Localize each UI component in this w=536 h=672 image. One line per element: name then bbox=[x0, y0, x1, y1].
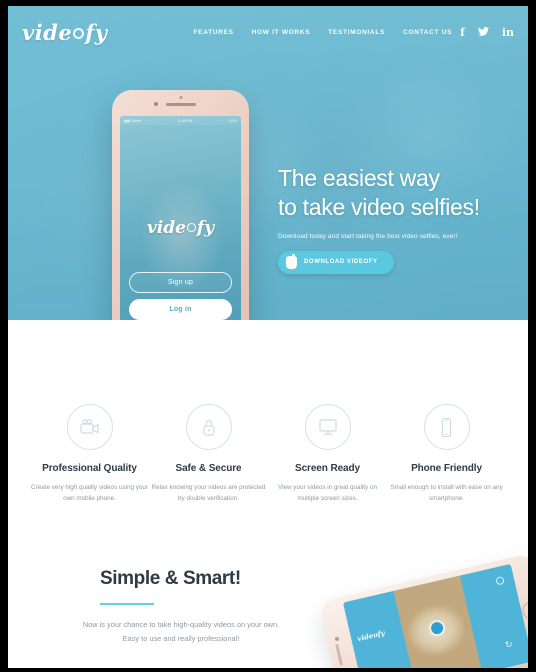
shutter-icon[interactable]: ↻ bbox=[504, 639, 514, 651]
camera-lens-icon bbox=[73, 27, 85, 39]
download-videofy-button[interactable]: DOWNLOAD VIDEOFY bbox=[278, 250, 394, 274]
page-frame: vide fy FEATURES HOW IT WORKS TESTIMONIAL… bbox=[8, 6, 528, 668]
feature-title: Professional Quality bbox=[42, 463, 137, 474]
tilted-phone-mockup: videofy ↻ bbox=[318, 552, 528, 668]
nav-item-features[interactable]: FEATURES bbox=[193, 29, 233, 36]
phone-sensor-icon bbox=[154, 102, 158, 106]
feature-description: Small enough to install with ease on any… bbox=[390, 484, 503, 503]
phone-logo-text-after: fy bbox=[196, 218, 215, 238]
simple-smart-body: Now is your chance to take high-quality … bbox=[82, 620, 280, 644]
record-button-icon[interactable] bbox=[495, 575, 505, 586]
phone-auth-buttons: Sign up Log in bbox=[129, 272, 232, 320]
feature-card-phone-friendly: Phone Friendly Small enough to install w… bbox=[387, 404, 506, 504]
phone-front-camera-icon bbox=[179, 96, 182, 99]
apple-icon bbox=[286, 255, 297, 269]
feature-title: Phone Friendly bbox=[411, 463, 482, 474]
feature-card-professional-quality: Professional Quality Create very high qu… bbox=[30, 404, 149, 504]
status-time: 12:45 PM bbox=[177, 118, 193, 123]
hero-headline-line2: to take video selfies! bbox=[278, 193, 480, 220]
title-underline bbox=[100, 603, 154, 606]
login-button[interactable]: Log in bbox=[129, 299, 232, 320]
feature-description: Create very high quality videos using yo… bbox=[31, 484, 148, 503]
simple-smart-section: Simple & Smart! Now is your chance to ta… bbox=[8, 552, 528, 668]
feature-description: View your videos in great quality on mul… bbox=[278, 484, 377, 503]
nav-item-contact-us[interactable]: CONTACT US bbox=[403, 29, 452, 36]
feature-description: Relax knowing your videos are protected … bbox=[151, 484, 266, 503]
lock-icon bbox=[185, 404, 232, 450]
social-links: f in bbox=[460, 26, 514, 38]
tilted-phone-camera-icon bbox=[334, 636, 339, 641]
video-camera-icon bbox=[66, 404, 113, 450]
logo-text-before: vide bbox=[22, 19, 73, 45]
features-section: Professional Quality Create very high qu… bbox=[8, 320, 528, 505]
phone-speaker bbox=[165, 103, 196, 106]
hero-copy: The easiest way to take video selfies! D… bbox=[278, 164, 518, 274]
feature-card-safe-secure: Safe & Secure Relax knowing your videos … bbox=[149, 404, 268, 504]
hero-subtitle: Download today and start taking the best… bbox=[278, 232, 458, 240]
hero-headline-line1: The easiest way bbox=[278, 165, 440, 191]
tilted-phone-speaker bbox=[335, 643, 344, 666]
status-carrier: ▮▮▮ Carrier bbox=[124, 118, 142, 123]
signup-button[interactable]: Sign up bbox=[129, 272, 232, 293]
tilted-phone-mockup-wrap: videofy ↻ bbox=[314, 550, 528, 668]
hero-headline: The easiest way to take video selfies! bbox=[278, 164, 518, 222]
phone-app-logo: vide fy bbox=[120, 218, 241, 238]
hero-section: vide fy FEATURES HOW IT WORKS TESTIMONIAL… bbox=[8, 6, 528, 320]
download-button-label: DOWNLOAD VIDEOFY bbox=[304, 259, 378, 266]
phone-logo-text-before: vide bbox=[146, 218, 186, 238]
tilted-phone-screen: videofy ↻ bbox=[342, 563, 528, 668]
feature-title: Safe & Secure bbox=[175, 463, 242, 474]
feature-card-screen-ready: Screen Ready View your videos in great q… bbox=[268, 404, 387, 504]
phone-status-bar: ▮▮▮ Carrier 12:45 PM 100% bbox=[120, 116, 241, 125]
smartphone-icon bbox=[423, 404, 470, 450]
nav-item-how-it-works[interactable]: HOW IT WORKS bbox=[252, 29, 311, 36]
linkedin-icon[interactable]: in bbox=[502, 27, 514, 38]
nav-item-testimonials[interactable]: TESTIMONIALS bbox=[328, 29, 385, 36]
tilted-app-logo: videofy bbox=[356, 628, 386, 644]
facebook-icon[interactable]: f bbox=[460, 27, 465, 38]
phone-camera-lens-icon bbox=[186, 223, 196, 232]
hero-phone-mockup: ▮▮▮ Carrier 12:45 PM 100% vide fy Sign up… bbox=[112, 90, 249, 320]
nav-links: FEATURES HOW IT WORKS TESTIMONIALS CONTA… bbox=[193, 29, 452, 36]
twitter-icon[interactable] bbox=[477, 26, 489, 38]
top-navbar: vide fy FEATURES HOW IT WORKS TESTIMONIAL… bbox=[8, 6, 528, 58]
site-logo[interactable]: vide fy bbox=[22, 20, 107, 45]
status-battery: 100% bbox=[228, 118, 237, 123]
monitor-icon bbox=[304, 404, 351, 450]
logo-text-after: fy bbox=[85, 19, 108, 45]
phone-screen: ▮▮▮ Carrier 12:45 PM 100% vide fy Sign up… bbox=[120, 116, 241, 320]
feature-title: Screen Ready bbox=[295, 463, 360, 474]
